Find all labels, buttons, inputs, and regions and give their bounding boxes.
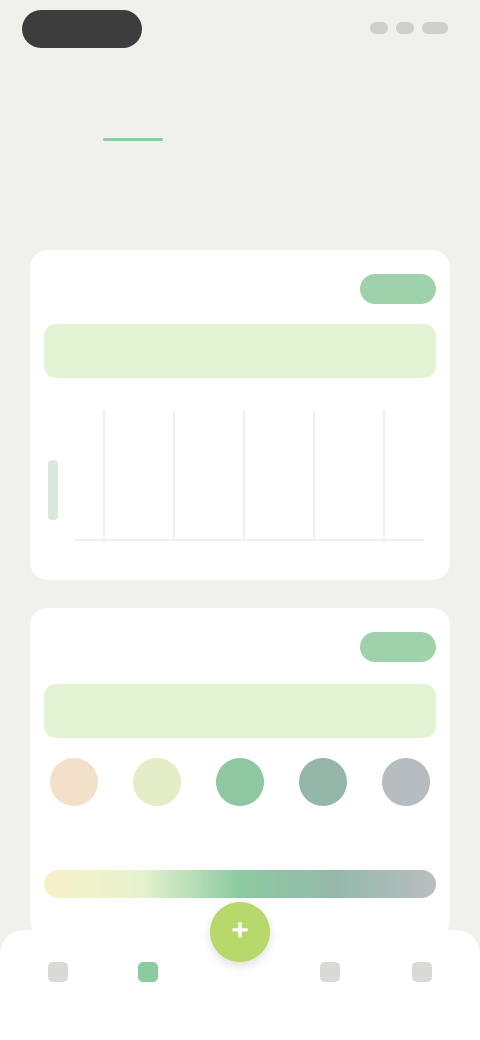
stats-icon [138,962,158,982]
signal-icon [370,22,388,34]
add-button[interactable]: + [210,902,270,962]
mood-label [127,814,187,826]
wifi-icon [396,22,414,34]
mood-item[interactable] [210,758,270,838]
card-header [44,274,436,304]
battery-icon [422,22,448,34]
mood-item[interactable] [376,758,436,838]
nav-home[interactable] [38,956,78,996]
tab-underline [103,138,163,141]
mood-face-icon [50,758,98,806]
nav-stats[interactable] [128,956,168,996]
mood-item[interactable] [293,758,353,838]
mood-face-icon [216,758,264,806]
mood-label [293,814,353,826]
calendar-icon [320,962,340,982]
info-banner [44,324,436,378]
mood-label [210,814,270,826]
status-icons [370,22,448,34]
nav-calendar[interactable] [310,956,350,996]
home-icon [48,962,68,982]
mood-face-icon [382,758,430,806]
mood-scale-bar [44,870,436,898]
chart-grid [74,410,424,541]
filter-chip[interactable] [360,274,436,304]
add-icon: + [231,914,249,947]
bottom-nav: + [0,902,480,1040]
mood-face-icon [299,758,347,806]
mood-label [44,814,104,826]
tab-first[interactable] [58,130,208,141]
stats-card [30,250,450,580]
info-banner [44,684,436,738]
tab-bar [0,130,480,170]
chart-area [44,390,436,570]
mood-face-icon [133,758,181,806]
profile-icon [412,962,432,982]
card-header [44,632,436,662]
time-pill [22,10,142,48]
mood-list [44,758,436,838]
mood-item[interactable] [127,758,187,838]
mood-card [30,608,450,938]
status-bar [0,0,480,60]
filter-chip[interactable] [360,632,436,662]
mood-label [376,814,436,826]
nav-profile[interactable] [402,956,442,996]
mood-item[interactable] [44,758,104,838]
